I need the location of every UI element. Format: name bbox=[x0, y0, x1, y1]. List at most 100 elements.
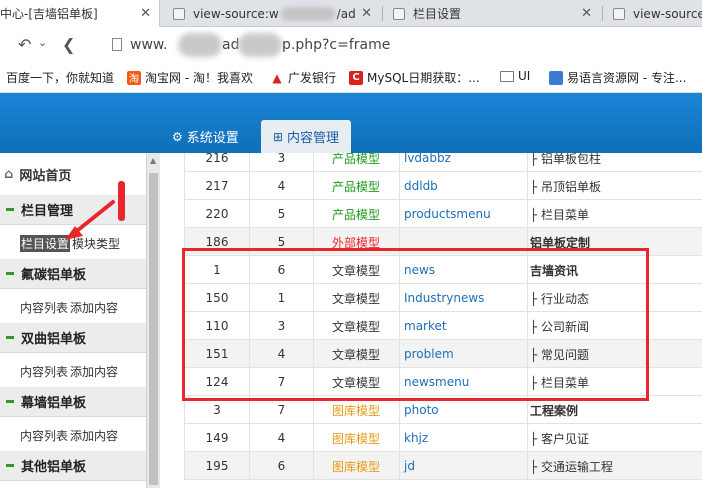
topnav-system-settings[interactable]: ⚙ 系统设置 bbox=[172, 120, 239, 153]
minus-icon bbox=[6, 336, 14, 339]
table-row: 220 5 产品模型 productsmenu ├ 栏目菜单 bbox=[184, 200, 702, 228]
sidebar-item-add-content[interactable]: 添加内容 bbox=[70, 299, 118, 316]
row-model: 产品模型 bbox=[313, 200, 399, 228]
tab-separator bbox=[602, 6, 603, 21]
topnav-content-management[interactable]: ⊞ 内容管理 bbox=[261, 120, 351, 153]
row-directory-link[interactable]: ddldb bbox=[399, 172, 527, 200]
minus-icon bbox=[6, 400, 14, 403]
row-column-name: ├ 吊顶铝单板 bbox=[527, 172, 702, 200]
table-row: 195 6 图库模型 jd ├ 交通运输工程 bbox=[184, 452, 702, 480]
bookmark-label: 广发银行 bbox=[288, 71, 337, 85]
bookmark-eyuyan[interactable]: 易语言资源网 - 专注... bbox=[549, 69, 686, 86]
page-icon bbox=[613, 7, 625, 20]
bookmark-label: MySQL日期获取：... bbox=[367, 71, 480, 85]
annotation-arrow-icon bbox=[65, 200, 115, 240]
home-icon: ⌂ bbox=[4, 166, 14, 182]
url-suffix[interactable]: p.php?c=frame bbox=[282, 37, 390, 53]
topnav-label: 内容管理 bbox=[287, 131, 340, 146]
bookmark-label: UI bbox=[518, 69, 531, 83]
tab-label: 中心-[吉墙铝单板] bbox=[0, 7, 98, 21]
sidebar-item-add-content[interactable]: 添加内容 bbox=[70, 363, 118, 380]
sidebar-home-label: 网站首页 bbox=[19, 168, 72, 184]
sidebar-subitems: 内容列表 添加内容 bbox=[0, 357, 146, 385]
topnav-label: 系统设置 bbox=[186, 131, 239, 146]
blurred-text bbox=[280, 6, 335, 21]
app-header: ⚙ 系统设置 ⊞ 内容管理 bbox=[0, 93, 702, 153]
sidebar-item-content-list[interactable]: 内容列表 bbox=[20, 363, 68, 380]
minus-icon bbox=[6, 464, 14, 467]
row-id: 220 bbox=[184, 200, 249, 228]
sidebar-group-curtain-wall[interactable]: 幕墙铝单板 bbox=[0, 387, 146, 417]
bookmarks-bar: 百度一下，你就知道 淘 淘宝网 - 淘！我喜欢 ▲ 广发银行 C MySQL日期… bbox=[0, 63, 702, 93]
close-icon[interactable]: ✕ bbox=[361, 6, 372, 21]
tab-label: view-source: bbox=[633, 6, 702, 21]
sidebar-item-add-content[interactable]: 添加内容 bbox=[70, 427, 118, 444]
blurred-text bbox=[178, 33, 222, 57]
sidebar-group-fluorocarbon[interactable]: 氟碳铝单板 bbox=[0, 259, 146, 289]
row-id: 195 bbox=[184, 452, 249, 480]
scroll-up-icon[interactable]: ▲ bbox=[150, 156, 156, 165]
scrollbar-thumb[interactable] bbox=[149, 173, 158, 485]
close-icon[interactable]: ✕ bbox=[581, 6, 592, 21]
browser-tab-bar: 中心-[吉墙铝单板] ✕ view-source:w /ad ✕ 栏目设置 ✕ … bbox=[0, 0, 702, 27]
sidebar-group-hyperbolic[interactable]: 双曲铝单板 bbox=[0, 323, 146, 353]
sidebar-group-other[interactable]: 其他铝单板 bbox=[0, 451, 146, 481]
row-order: 3 bbox=[249, 153, 313, 172]
row-column-name: ├ 栏目菜单 bbox=[527, 200, 702, 228]
tab-separator bbox=[382, 6, 383, 21]
table-row: 216 3 产品模型 lvdabbz ├ 铝单板包柱 bbox=[184, 153, 702, 172]
back-icon[interactable]: ❮ bbox=[62, 35, 75, 54]
page-icon bbox=[549, 70, 563, 85]
bookmark-label: 百度一下，你就知道 bbox=[6, 71, 115, 85]
bank-icon: ▲ bbox=[272, 70, 282, 85]
sidebar-group-label: 双曲铝单板 bbox=[21, 332, 87, 347]
row-column-name: ├ 铝单板包柱 bbox=[527, 153, 702, 172]
row-model: 产品模型 bbox=[313, 172, 399, 200]
row-directory-link[interactable]: lvdabbz bbox=[399, 153, 527, 172]
annotation-highlight-box bbox=[182, 248, 649, 401]
gear-icon: ⚙ bbox=[172, 129, 183, 144]
bookmark-mysql[interactable]: C MySQL日期获取：... bbox=[349, 69, 480, 86]
row-directory-link[interactable]: jd bbox=[399, 452, 527, 480]
chevron-down-icon[interactable]: ⌄ bbox=[38, 36, 47, 49]
bookmark-taobao[interactable]: 淘 淘宝网 - 淘！我喜欢 bbox=[127, 69, 253, 86]
tab-label: 栏目设置 bbox=[413, 7, 462, 21]
browser-tab-view-source-2[interactable]: view-source: bbox=[605, 0, 702, 27]
sidebar-item-content-list[interactable]: 内容列表 bbox=[20, 299, 68, 316]
row-id: 149 bbox=[184, 424, 249, 452]
close-icon[interactable]: ✕ bbox=[140, 6, 151, 21]
row-id: 217 bbox=[184, 172, 249, 200]
sidebar-subitems: 内容列表 添加内容 bbox=[0, 293, 146, 321]
bookmark-ui-folder[interactable]: UI bbox=[500, 69, 530, 83]
row-directory-link[interactable]: khjz bbox=[399, 424, 527, 452]
bookmark-cgb[interactable]: ▲ 广发银行 bbox=[270, 69, 336, 86]
row-model: 图库模型 bbox=[313, 452, 399, 480]
tab-label: view-source:w bbox=[193, 6, 279, 21]
sidebar-item-content-list[interactable]: 内容列表 bbox=[20, 427, 68, 444]
browser-tab-view-source[interactable]: view-source:w /ad ✕ bbox=[165, 0, 380, 27]
page-icon bbox=[112, 38, 122, 51]
row-column-name: ├ 客户见证 bbox=[527, 424, 702, 452]
url-mid[interactable]: ad bbox=[222, 37, 239, 53]
minus-icon bbox=[6, 208, 14, 211]
sidebar-subitems: 内容列表 添加内容 bbox=[0, 421, 146, 449]
browser-tab-column-settings[interactable]: 栏目设置 ✕ bbox=[385, 0, 600, 27]
bookmark-baidu[interactable]: 百度一下，你就知道 bbox=[6, 69, 114, 86]
url-prefix[interactable]: www. bbox=[130, 37, 168, 53]
browser-tab-active[interactable]: 中心-[吉墙铝单板] ✕ bbox=[0, 0, 160, 27]
sidebar-group-label: 氟碳铝单板 bbox=[21, 268, 87, 283]
sidebar-group-label: 其他铝单板 bbox=[21, 460, 87, 475]
undo-icon[interactable]: ↶ bbox=[18, 35, 31, 54]
csdn-icon: C bbox=[349, 70, 363, 85]
row-model: 图库模型 bbox=[313, 424, 399, 452]
row-model: 产品模型 bbox=[313, 153, 399, 172]
sidebar-scrollbar[interactable]: ▲ bbox=[146, 153, 160, 488]
row-directory-link[interactable]: productsmenu bbox=[399, 200, 527, 228]
page-icon bbox=[173, 7, 185, 20]
page-icon bbox=[393, 7, 405, 20]
blurred-text bbox=[238, 33, 282, 57]
taobao-icon: 淘 bbox=[127, 70, 141, 85]
table-row: 149 4 图库模型 khjz ├ 客户见证 bbox=[184, 424, 702, 452]
tab-label-tail: /ad bbox=[336, 6, 356, 21]
row-order: 5 bbox=[249, 200, 313, 228]
